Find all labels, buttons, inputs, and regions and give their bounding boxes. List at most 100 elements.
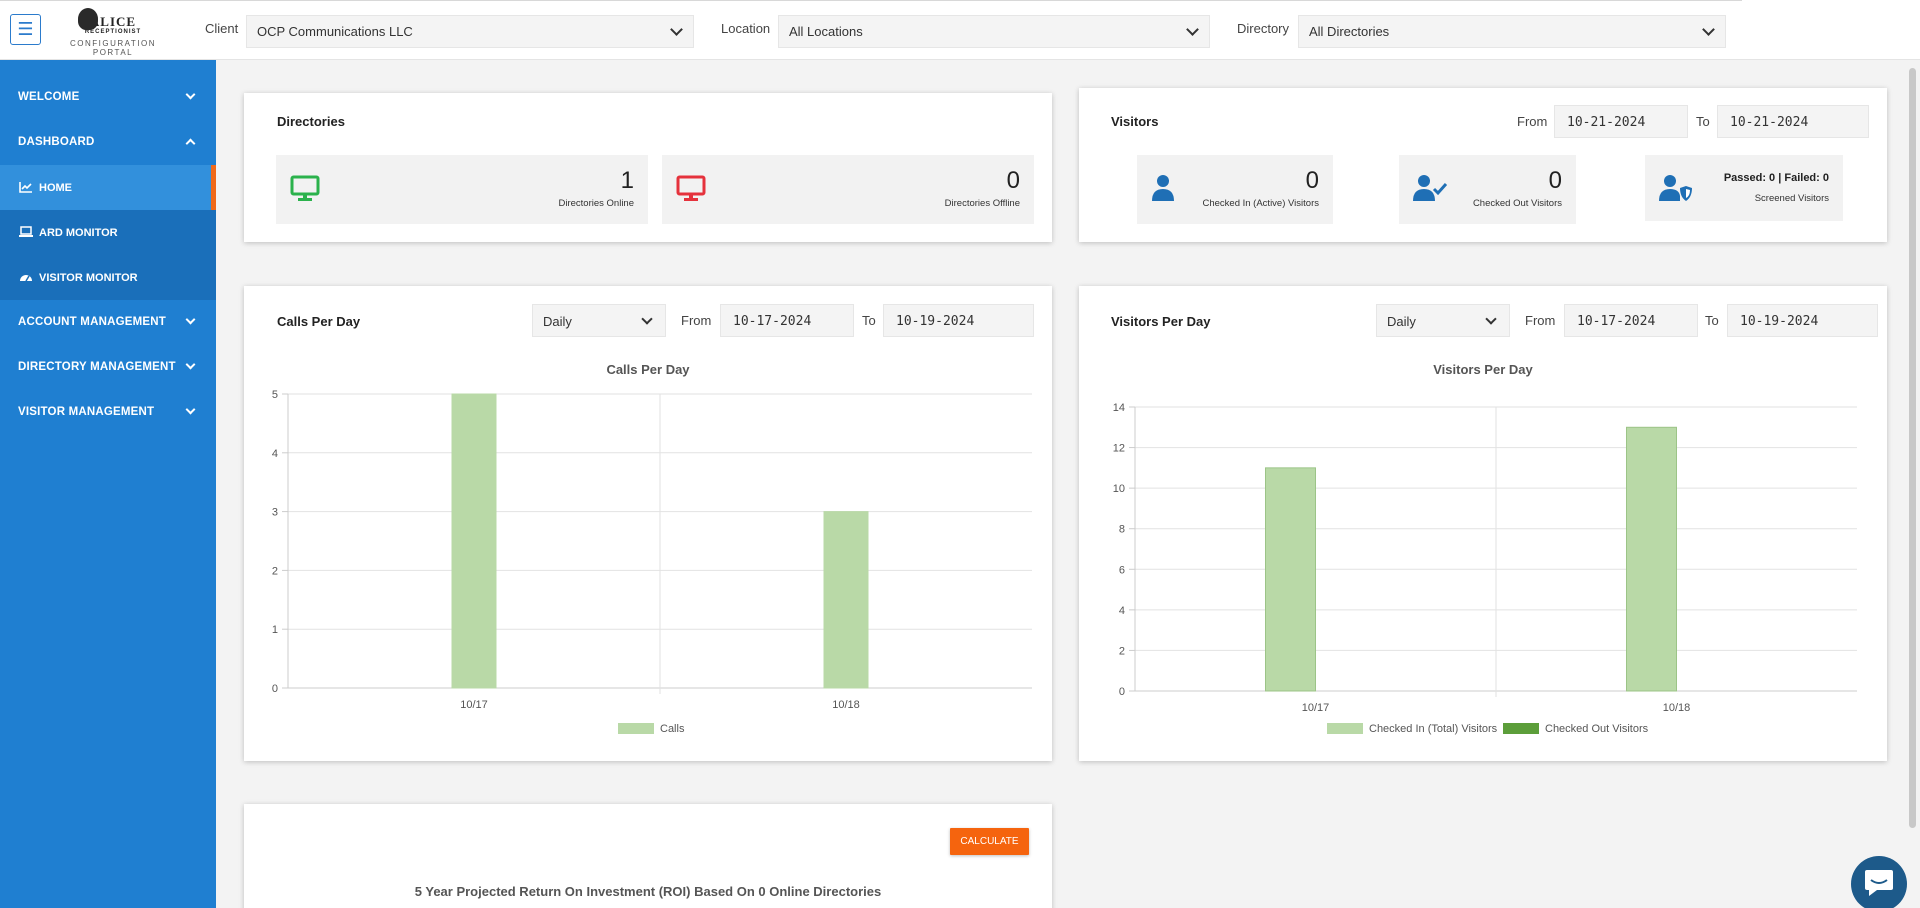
sidebar-item-home[interactable]: HOME bbox=[0, 165, 216, 210]
monitor-online-icon bbox=[290, 175, 320, 201]
roi-card: CALCULATE 5 Year Projected Return On Inv… bbox=[244, 804, 1052, 908]
sidebar-item-label: ACCOUNT MANAGEMENT bbox=[18, 316, 166, 328]
y-tick-label: 5 bbox=[272, 389, 278, 401]
chevron-down-icon bbox=[670, 23, 683, 36]
user-check-icon bbox=[1413, 175, 1447, 201]
calls-per-day-card: Calls Per Day Daily From 10-17-2024 To 1… bbox=[244, 286, 1052, 761]
laptop-icon bbox=[19, 226, 33, 237]
chevron-down-icon bbox=[185, 314, 196, 325]
chevron-down-icon bbox=[185, 359, 196, 370]
sidebar-item-label: VISITOR MANAGEMENT bbox=[18, 406, 155, 418]
y-tick-label: 8 bbox=[1119, 524, 1125, 536]
y-tick-label: 10 bbox=[1113, 483, 1125, 495]
chat-bubble-icon bbox=[1865, 870, 1893, 896]
x-tick-label: 10/18 bbox=[1663, 702, 1691, 714]
directories-offline-label: Directories Offline bbox=[944, 198, 1020, 209]
y-tick-label: 4 bbox=[1119, 605, 1125, 617]
x-tick-label: 10/17 bbox=[460, 699, 488, 711]
menu-toggle-button[interactable]: ☰ bbox=[10, 14, 41, 45]
visitors-title: Visitors bbox=[1111, 114, 1159, 129]
sidebar-item-visitor-monitor[interactable]: VISITOR MONITOR bbox=[0, 255, 216, 300]
directories-card: Directories 1 Directories Online 0 Direc… bbox=[244, 93, 1052, 242]
roi-title: 5 Year Projected Return On Investment (R… bbox=[414, 884, 882, 899]
visitors-card: Visitors From 10-21-2024 To 10-21-2024 0… bbox=[1079, 88, 1887, 242]
user-shield-icon bbox=[1659, 175, 1692, 201]
checked-out-count: 0 bbox=[1548, 167, 1562, 194]
directories-title: Directories bbox=[277, 114, 345, 129]
chevron-down-icon bbox=[185, 89, 196, 100]
legend-label: Checked In (Total) Visitors bbox=[1369, 723, 1498, 735]
sidebar-item-directory-management[interactable]: DIRECTORY MANAGEMENT bbox=[0, 345, 216, 390]
sidebar-item-welcome[interactable]: WELCOME bbox=[0, 75, 216, 120]
visitors-to-label: To bbox=[1696, 114, 1710, 129]
sidebar-item-ard-monitor[interactable]: ARD MONITOR bbox=[0, 210, 216, 255]
location-label: Location bbox=[721, 21, 771, 36]
sidebar-item-label: DIRECTORY MANAGEMENT bbox=[18, 361, 176, 373]
y-tick-label: 14 bbox=[1113, 402, 1125, 414]
logo-mark-icon bbox=[78, 8, 98, 30]
bar-10-18-0 bbox=[823, 511, 869, 689]
directory-select[interactable]: All Directories bbox=[1298, 15, 1726, 48]
location-value: All Locations bbox=[789, 24, 863, 39]
sidebar-item-visitor-management[interactable]: VISITOR MANAGEMENT bbox=[0, 390, 216, 435]
chevron-down-icon bbox=[185, 404, 196, 415]
user-icon bbox=[1152, 175, 1174, 201]
legend-swatch bbox=[618, 723, 654, 734]
chat-button[interactable] bbox=[1851, 856, 1907, 908]
y-tick-label: 2 bbox=[272, 565, 278, 577]
visitors-to-date-input[interactable]: 10-21-2024 bbox=[1717, 105, 1869, 138]
sidebar-item-label: WELCOME bbox=[18, 91, 80, 103]
sidebar-item-label: HOME bbox=[39, 182, 72, 194]
bar-10-17-0 bbox=[1265, 467, 1316, 692]
sidebar-item-account-management[interactable]: ACCOUNT MANAGEMENT bbox=[0, 300, 216, 345]
directories-online-count: 1 bbox=[620, 167, 634, 194]
legend-swatch bbox=[1327, 723, 1363, 734]
monitor-offline-icon bbox=[676, 175, 706, 201]
directories-online-stat: 1 Directories Online bbox=[276, 155, 648, 224]
checked-in-count: 0 bbox=[1305, 167, 1319, 194]
line-chart-icon bbox=[19, 182, 32, 193]
directories-online-label: Directories Online bbox=[558, 198, 635, 209]
visitors-from-label: From bbox=[1517, 114, 1548, 129]
y-tick-label: 0 bbox=[272, 683, 278, 695]
screened-stat: Passed: 0 | Failed: 0 Screened Visitors bbox=[1645, 155, 1843, 221]
directories-offline-stat: 0 Directories Offline bbox=[662, 155, 1034, 224]
app-logo[interactable]: ALICE RECEPTIONIST CONFIGURATION PORTAL bbox=[52, 6, 174, 57]
checked-out-stat: 0 Checked Out Visitors bbox=[1399, 155, 1576, 224]
client-value: OCP Communications LLC bbox=[257, 24, 413, 39]
sidebar-item-label: DASHBOARD bbox=[18, 136, 95, 148]
y-tick-label: 12 bbox=[1113, 443, 1125, 455]
checked-in-stat: 0 Checked In (Active) Visitors bbox=[1137, 155, 1333, 224]
client-select[interactable]: OCP Communications LLC bbox=[246, 15, 694, 48]
legend-swatch bbox=[1503, 723, 1539, 734]
page-scrollbar[interactable] bbox=[1909, 68, 1916, 828]
calls-per-day-chart: 0 1 2 3 4 5 10/17 10/18 Calls bbox=[272, 389, 1032, 735]
sidebar: WELCOME DASHBOARD HOME ARD MONITOR VISIT… bbox=[0, 60, 216, 908]
top-divider bbox=[0, 0, 1742, 1]
calculate-button[interactable]: CALCULATE bbox=[950, 828, 1029, 855]
y-tick-label: 3 bbox=[272, 507, 278, 519]
sidebar-item-dashboard[interactable]: DASHBOARD bbox=[0, 120, 216, 165]
visitors-from-date-input[interactable]: 10-21-2024 bbox=[1554, 105, 1688, 138]
location-select[interactable]: All Locations bbox=[778, 15, 1210, 48]
checked-out-label: Checked Out Visitors bbox=[1472, 198, 1562, 209]
y-tick-label: 1 bbox=[272, 624, 278, 636]
chevron-down-icon bbox=[1186, 23, 1199, 36]
y-tick-label: 4 bbox=[272, 448, 278, 460]
sidebar-item-label: VISITOR MONITOR bbox=[39, 272, 138, 284]
directory-label: Directory bbox=[1237, 21, 1290, 36]
top-bar: ☰ ALICE RECEPTIONIST CONFIGURATION PORTA… bbox=[0, 0, 1920, 60]
gauge-icon bbox=[20, 275, 32, 282]
directory-value: All Directories bbox=[1309, 24, 1390, 39]
checked-in-label: Checked In (Active) Visitors bbox=[1202, 198, 1319, 209]
y-tick-label: 6 bbox=[1119, 564, 1125, 576]
y-tick-label: 2 bbox=[1119, 645, 1125, 657]
x-tick-label: 10/17 bbox=[1302, 702, 1330, 714]
client-label: Client bbox=[205, 21, 239, 36]
visitors-per-day-card: Visitors Per Day Daily From 10-17-2024 T… bbox=[1079, 286, 1887, 761]
visitors-per-day-chart: 0 2 4 6 8 10 12 14 10/17 10/18 Checked In (Total) … bbox=[1113, 402, 1857, 735]
logo-subtitle: CONFIGURATION PORTAL bbox=[69, 39, 156, 57]
bar-10-17-0 bbox=[451, 393, 497, 689]
logo-text: ALICE bbox=[89, 14, 137, 29]
screened-summary: Passed: 0 | Failed: 0 bbox=[1723, 172, 1829, 184]
